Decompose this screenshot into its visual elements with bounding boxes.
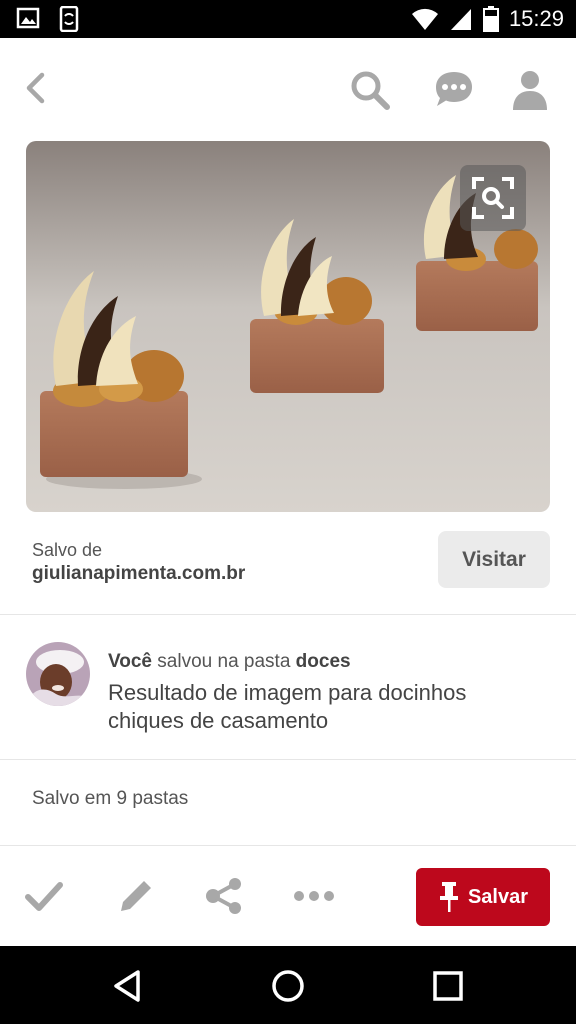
pin-image[interactable]: [26, 141, 550, 512]
nav-home-icon[interactable]: [266, 964, 310, 1008]
activity-user[interactable]: Você: [108, 651, 152, 672]
save-button[interactable]: Salvar: [416, 868, 550, 926]
visual-search-button[interactable]: [460, 165, 526, 231]
divider: [0, 759, 576, 760]
nav-back-icon[interactable]: [106, 964, 150, 1008]
activity-action: salvou na pasta: [157, 651, 291, 672]
pin-icon: [439, 882, 458, 912]
image-icon: [16, 7, 40, 29]
status-bar: 15:29: [0, 0, 576, 38]
save-button-label: Salvar: [467, 885, 529, 908]
system-nav-bar: [0, 946, 576, 1024]
visual-search-icon: [472, 177, 514, 219]
check-icon[interactable]: [24, 876, 64, 916]
more-icon[interactable]: [292, 876, 336, 916]
profile-icon[interactable]: [508, 68, 552, 112]
signal-icon: [450, 9, 471, 30]
activity-board-link[interactable]: doces: [296, 651, 351, 672]
phone-sync-icon: [59, 6, 79, 32]
search-icon[interactable]: [348, 68, 392, 112]
wifi-icon: [411, 8, 438, 30]
avatar[interactable]: [26, 642, 90, 706]
visit-button[interactable]: Visitar: [438, 531, 550, 588]
pin-action-bar: Salvar: [0, 846, 576, 946]
pin-description: Resultado de imagem para docinhos chique…: [108, 680, 467, 733]
pin-source: Salvo de giulianapimenta.com.br Visitar: [0, 530, 576, 614]
pin-toolbar: [0, 38, 576, 138]
saved-from-label: Salvo de: [32, 540, 103, 560]
status-time: 15:29: [508, 6, 564, 31]
saved-count[interactable]: Salvo em 9 pastas: [32, 788, 188, 810]
back-icon[interactable]: [18, 70, 54, 106]
pencil-icon[interactable]: [116, 876, 156, 916]
source-domain-link[interactable]: giulianapimenta.com.br: [32, 563, 245, 585]
nav-recents-icon[interactable]: [426, 964, 470, 1008]
chat-icon[interactable]: [432, 68, 476, 112]
pin-activity: Você salvou na pasta doces Resultado de …: [0, 615, 576, 759]
share-icon[interactable]: [204, 876, 244, 916]
battery-icon: [482, 6, 499, 32]
activity-summary: Você salvou na pasta doces: [108, 651, 351, 673]
